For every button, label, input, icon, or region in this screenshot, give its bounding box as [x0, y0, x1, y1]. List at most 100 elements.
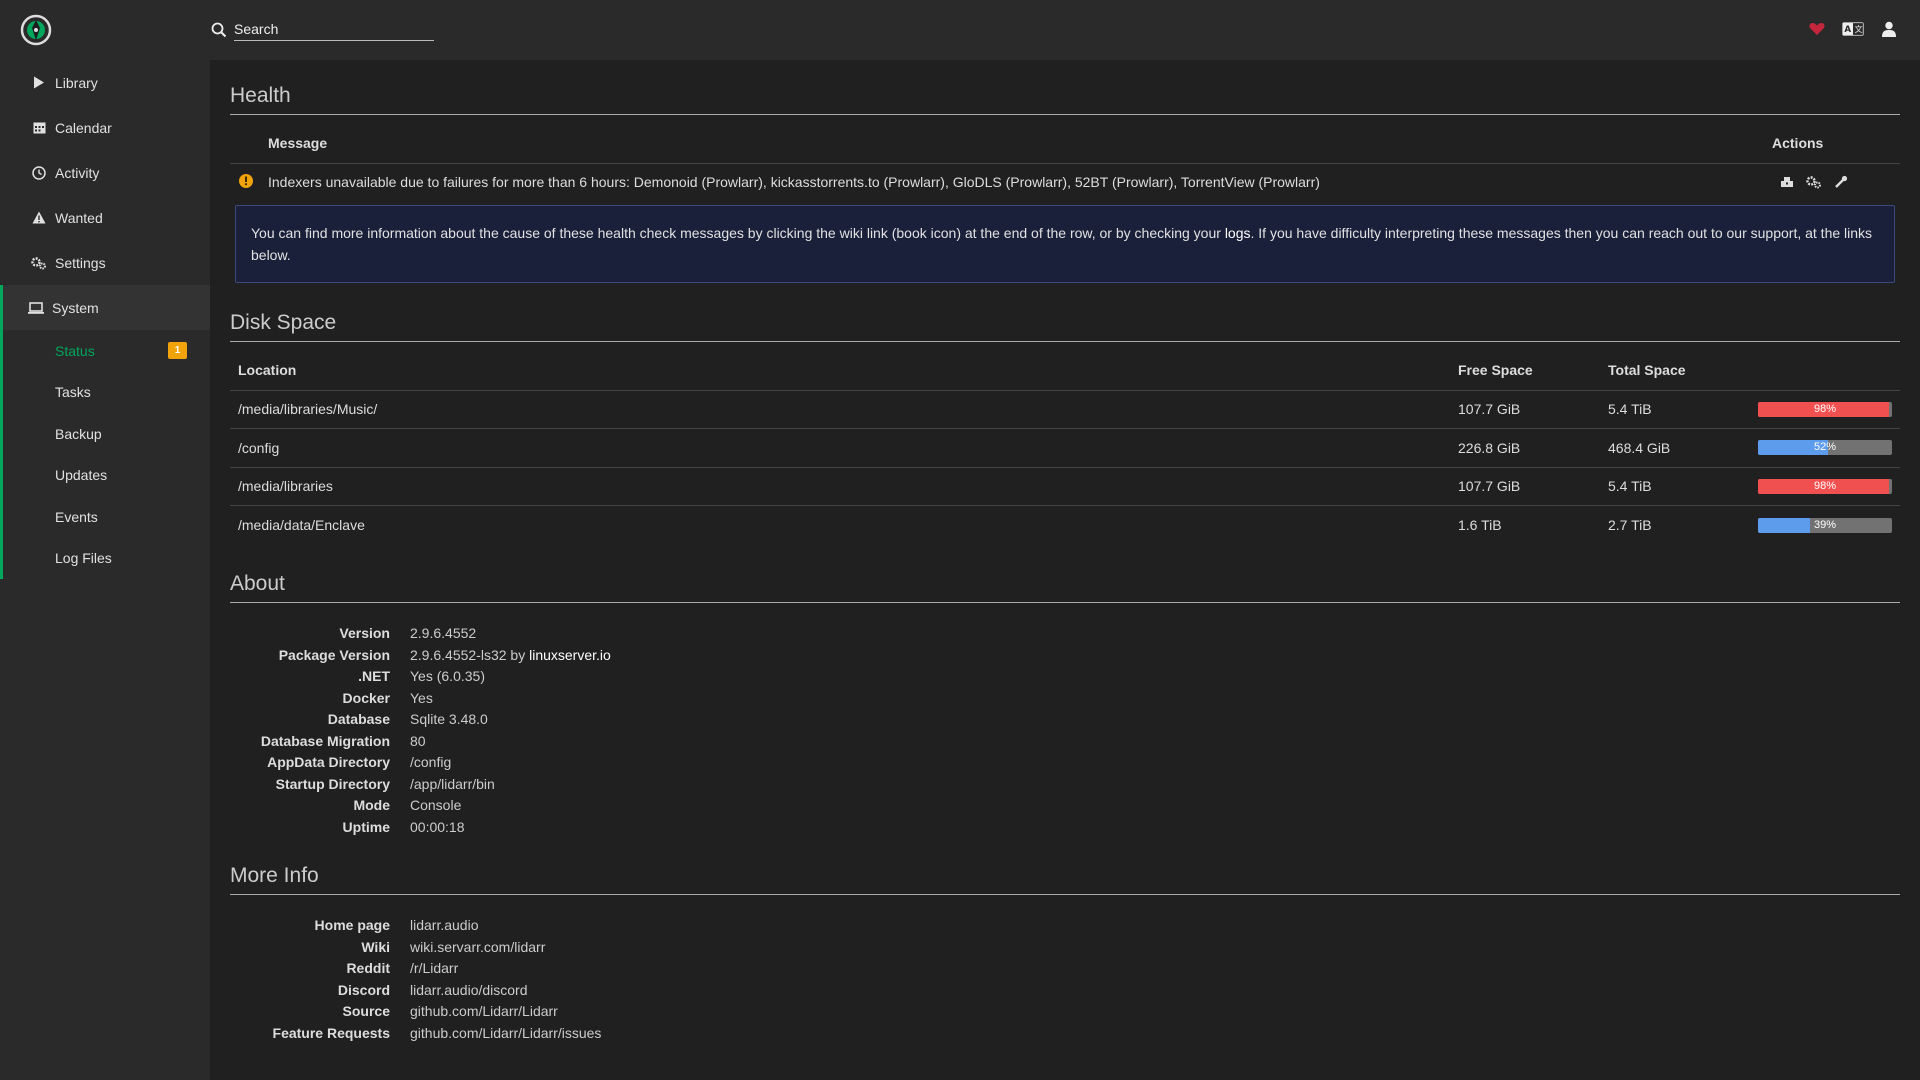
disk-location: /media/libraries/Music/: [230, 389, 1450, 429]
source-link[interactable]: github.com/Lidarr/Lidarr: [410, 1003, 1900, 1021]
table-row: Indexers unavailable due to failures for…: [230, 162, 1900, 201]
status-badge: 1: [168, 342, 187, 359]
logo-container[interactable]: [0, 0, 210, 60]
disk-free: 1.6 TiB: [1450, 505, 1600, 544]
wrench-icon[interactable]: [1834, 175, 1848, 189]
user-icon[interactable]: [1878, 18, 1900, 40]
about-startup: /app/lidarr/bin: [410, 775, 495, 792]
disk-usage-label: 39%: [1813, 518, 1837, 531]
header-actions: A文: [1806, 18, 1900, 40]
health-actions-cell: [1772, 162, 1900, 201]
more-info-label: Discord: [337, 981, 390, 998]
about-label: Version: [339, 625, 390, 641]
search-bar: [210, 19, 434, 41]
disk-total: 2.7 TiB: [1600, 505, 1750, 544]
disk-total-header: Total Space: [1608, 361, 1686, 378]
sidebar-item-activity[interactable]: Activity: [0, 150, 210, 195]
health-section: Health Message Actions Indexers unavaila…: [230, 84, 1900, 283]
main-content: Health Message Actions Indexers unavaila…: [230, 60, 1900, 1042]
disk-usage-cell: 52%: [1750, 428, 1900, 467]
discord-link[interactable]: lidarr.audio/discord: [410, 982, 1900, 1000]
health-header-row: Message Actions: [230, 123, 1900, 163]
about-label: AppData Directory: [267, 754, 390, 770]
disk-location: /config: [230, 428, 1450, 467]
health-message: Indexers unavailable due to failures for…: [268, 162, 1772, 201]
about-uptime: 00:00:18: [410, 818, 465, 835]
disk-free: 107.7 GiB: [1450, 389, 1600, 429]
lidarr-logo-icon[interactable]: [20, 14, 52, 46]
about-package-text: 2.9.6.4552-ls32 by: [410, 646, 530, 663]
search-icon: [211, 22, 227, 38]
about-version: 2.9.6.4552: [410, 625, 477, 641]
sidebar-subitem-label: Backup: [55, 425, 102, 442]
about-appdata: /config: [410, 754, 452, 770]
sidebar-item-system[interactable]: System: [3, 285, 210, 330]
wiki-link[interactable]: wiki.servarr.com/lidarr: [410, 939, 1900, 957]
about-label: Startup Directory: [275, 775, 390, 792]
about-label: Package Version: [278, 646, 390, 663]
disk-location: /media/data/Enclave: [230, 505, 1450, 544]
sidebar-subitem-backup[interactable]: Backup: [3, 413, 210, 455]
sidebar-subitem-label: Status: [55, 342, 95, 359]
calendar-icon: [31, 120, 47, 136]
book-icon[interactable]: [1780, 176, 1794, 188]
more-info-title: More Info: [230, 864, 1900, 895]
svg-text:A: A: [1844, 25, 1851, 35]
disk-header-row: Location Free Space Total Space: [230, 350, 1900, 390]
disk-usage-bar: 98%: [1758, 478, 1892, 494]
about-database: Sqlite 3.48.0: [410, 711, 488, 727]
sidebar-subitem-updates[interactable]: Updates: [3, 455, 210, 497]
more-info-label: Reddit: [346, 960, 390, 976]
translate-icon[interactable]: A文: [1842, 18, 1864, 40]
sidebar-item-library[interactable]: Library: [0, 60, 210, 105]
play-icon: [31, 75, 47, 91]
sidebar-subitem-tasks[interactable]: Tasks: [3, 372, 210, 414]
logs-link[interactable]: logs: [1225, 225, 1251, 241]
sidebar-item-label: Library: [55, 74, 98, 91]
linuxserver-link[interactable]: linuxserver.io: [529, 647, 611, 663]
reddit-link[interactable]: /r/Lidarr: [410, 960, 1900, 978]
about-label: Docker: [342, 689, 390, 706]
sidebar-subitem-label: Tasks: [55, 384, 91, 401]
about-list: Version 2.9.6.4552 Package Version 2.9.6.4…: [230, 611, 1900, 836]
disk-usage-label: 98%: [1813, 479, 1837, 492]
heart-icon[interactable]: [1806, 18, 1828, 40]
disk-total: 5.4 TiB: [1600, 389, 1750, 429]
more-info-label: Home page: [314, 917, 390, 933]
disk-usage-header: [1750, 350, 1900, 390]
disk-free: 107.7 GiB: [1450, 466, 1600, 506]
sidebar-subitem-log-files[interactable]: Log Files: [3, 538, 210, 580]
search-input[interactable]: [234, 19, 434, 41]
svg-text:文: 文: [1855, 24, 1863, 34]
table-row: /config 226.8 GiB 468.4 GiB 52%: [230, 428, 1900, 467]
gears-icon[interactable]: [1806, 175, 1822, 189]
more-info-label: Feature Requests: [272, 1024, 390, 1041]
about-title: About: [230, 572, 1900, 603]
sidebar-item-calendar[interactable]: Calendar: [0, 105, 210, 150]
home-page-link[interactable]: lidarr.audio: [410, 917, 1900, 935]
table-row: /media/libraries 107.7 GiB 5.4 TiB 98%: [230, 466, 1900, 506]
warning-icon: [31, 210, 47, 226]
clock-icon: [31, 165, 47, 181]
sidebar-item-wanted[interactable]: Wanted: [0, 195, 210, 240]
about-label: Uptime: [342, 818, 390, 835]
sidebar-item-label: System: [52, 299, 99, 316]
health-message-header: Message: [268, 134, 328, 151]
sidebar-item-label: Wanted: [55, 209, 103, 226]
feature-requests-link[interactable]: github.com/Lidarr/Lidarr/issues: [410, 1025, 1900, 1043]
top-header: A文: [0, 0, 1920, 60]
sidebar-subitem-label: Log Files: [55, 550, 112, 567]
table-row: /media/data/Enclave 1.6 TiB 2.7 TiB 39%: [230, 505, 1900, 544]
disk-free-header: Free Space: [1458, 361, 1533, 378]
sidebar-subitem-events[interactable]: Events: [3, 496, 210, 538]
about-net: Yes (6.0.35): [410, 668, 485, 684]
warning-circle-icon: [239, 173, 253, 188]
about-label: .NET: [358, 668, 390, 684]
sidebar-item-label: Activity: [55, 164, 100, 181]
sidebar-item-settings[interactable]: Settings: [0, 240, 210, 285]
disk-usage-bar: 52%: [1758, 440, 1892, 456]
sidebar-subitem-status[interactable]: Status 1: [3, 330, 210, 372]
table-row: /media/libraries/Music/ 107.7 GiB 5.4 Ti…: [230, 389, 1900, 429]
about-package: 2.9.6.4552-ls32 by linuxserver.io: [410, 647, 1900, 665]
about-docker: Yes: [410, 689, 433, 706]
